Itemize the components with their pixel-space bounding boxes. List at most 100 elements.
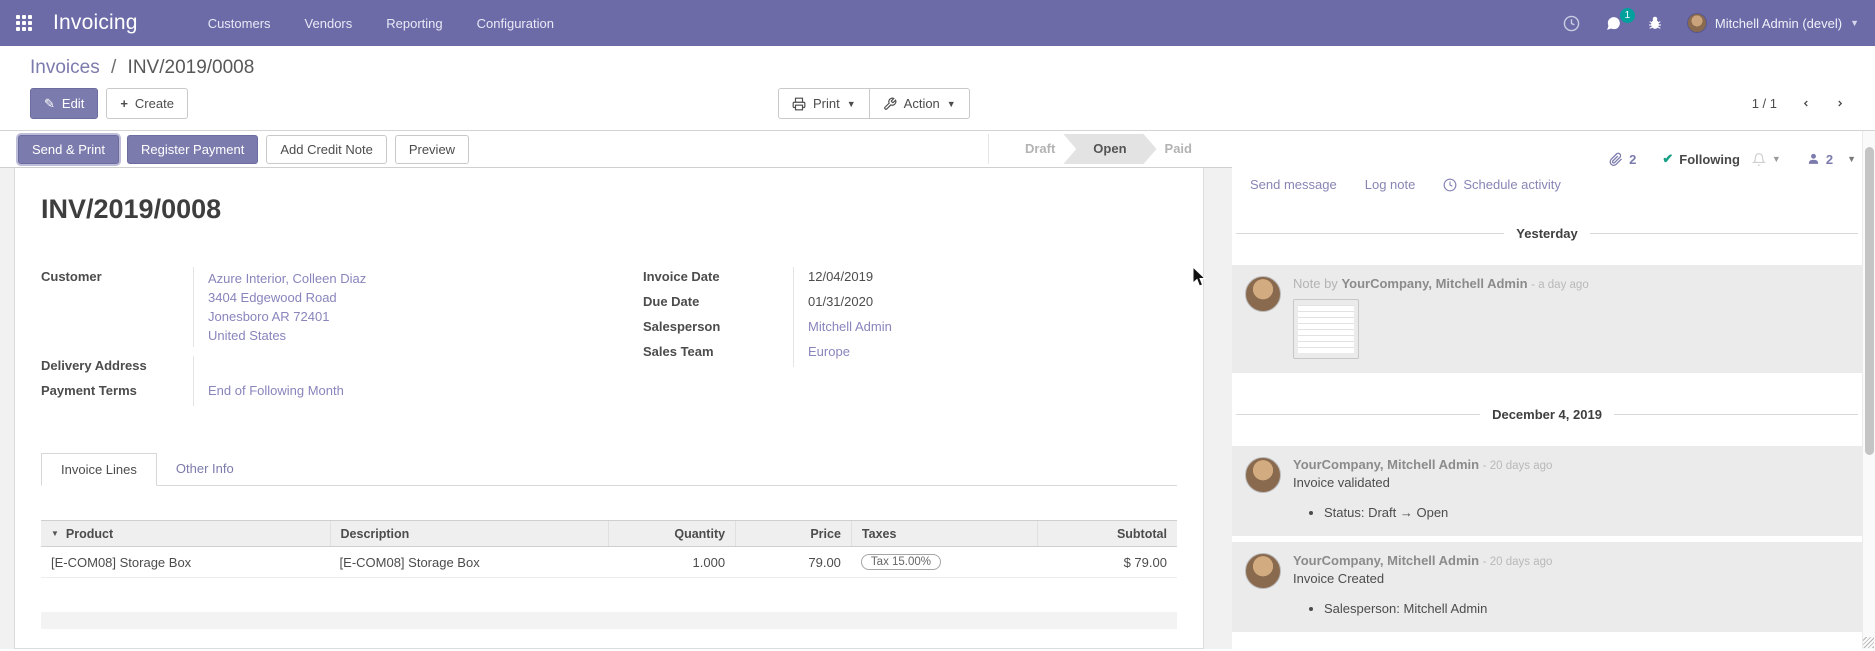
- sales-team-value[interactable]: Europe: [793, 342, 1143, 367]
- attachment-thumbnail[interactable]: [1293, 299, 1359, 359]
- payment-terms-value[interactable]: End of Following Month: [193, 381, 609, 406]
- cell-subtotal[interactable]: $ 79.00: [1037, 547, 1177, 577]
- chatter-note: Note by YourCompany, Mitchell Admin - a …: [1232, 265, 1862, 373]
- messages-bubble-icon[interactable]: 1: [1604, 15, 1623, 32]
- tracking-change: Status: Draft → Open: [1324, 505, 1849, 520]
- check-icon: ✔: [1662, 151, 1673, 167]
- cell-quantity[interactable]: 1.000: [608, 547, 735, 577]
- tab-invoice-lines[interactable]: Invoice Lines: [41, 453, 157, 486]
- message-time: - a day ago: [1531, 279, 1589, 291]
- status-step-draft[interactable]: Draft: [1003, 134, 1077, 164]
- form-background: INV/2019/0008 Customer Azure Interior, C…: [0, 168, 1232, 649]
- avatar[interactable]: [1245, 457, 1281, 493]
- register-payment-button[interactable]: Register Payment: [127, 135, 258, 164]
- paperclip-icon: [1609, 152, 1623, 167]
- create-button[interactable]: + Create: [106, 88, 188, 119]
- chatter-message: YourCompany, Mitchell Admin - 20 days ag…: [1232, 542, 1862, 632]
- app-brand[interactable]: Invoicing: [53, 11, 138, 35]
- following-label: Following: [1679, 152, 1740, 167]
- due-date-label: Due Date: [643, 292, 793, 317]
- chevron-down-icon[interactable]: ▼: [1847, 154, 1856, 164]
- tab-other-info[interactable]: Other Info: [157, 453, 253, 486]
- send-print-button[interactable]: Send & Print: [18, 135, 119, 164]
- wrench-icon: [883, 97, 897, 111]
- sort-caret-icon[interactable]: ▼: [51, 529, 59, 538]
- customer-name-link[interactable]: Azure Interior, Colleen Diaz: [208, 269, 609, 288]
- chevron-down-icon: ▼: [847, 99, 856, 109]
- cell-product[interactable]: [E-COM08] Storage Box: [41, 547, 330, 577]
- pager-counter: 1 / 1: [1752, 96, 1777, 111]
- delivery-address-label: Delivery Address: [41, 356, 193, 381]
- pager-next-icon[interactable]: [1835, 96, 1845, 111]
- chatter-message: YourCompany, Mitchell Admin - 20 days ag…: [1232, 446, 1862, 536]
- column-subtotal[interactable]: Subtotal: [1037, 521, 1177, 546]
- status-step-open[interactable]: Open: [1063, 134, 1156, 164]
- nav-item-vendors[interactable]: Vendors: [303, 10, 355, 37]
- cell-description[interactable]: [E-COM08] Storage Box: [330, 547, 608, 577]
- tax-badge[interactable]: Tax 15.00%: [861, 554, 941, 570]
- clock-icon: [1443, 178, 1457, 192]
- add-credit-note-button[interactable]: Add Credit Note: [266, 135, 387, 164]
- column-price[interactable]: Price: [735, 521, 851, 546]
- attachment-count: 2: [1629, 152, 1636, 167]
- attachments-button[interactable]: 2: [1609, 152, 1636, 167]
- cell-price[interactable]: 79.00: [735, 547, 851, 577]
- divider-label: December 4, 2019: [1492, 407, 1602, 422]
- avatar[interactable]: [1245, 276, 1281, 312]
- column-product[interactable]: Product: [66, 527, 113, 541]
- breadcrumb-separator: /: [111, 57, 116, 78]
- top-navbar: Invoicing Customers Vendors Reporting Co…: [0, 0, 1875, 46]
- nav-item-customers[interactable]: Customers: [206, 10, 273, 37]
- scrollbar-thumb[interactable]: [1865, 147, 1874, 455]
- activities-clock-icon[interactable]: [1563, 15, 1580, 32]
- date-divider: Yesterday: [1236, 226, 1858, 241]
- nav-item-configuration[interactable]: Configuration: [475, 10, 556, 37]
- avatar[interactable]: [1245, 553, 1281, 589]
- message-author[interactable]: YourCompany, Mitchell Admin: [1341, 276, 1527, 291]
- following-button[interactable]: ✔ Following ▼: [1662, 151, 1780, 167]
- bell-icon[interactable]: [1752, 152, 1766, 167]
- invoice-date-value: 12/04/2019: [793, 267, 1143, 292]
- column-description[interactable]: Description: [330, 521, 608, 546]
- table-row[interactable]: [E-COM08] Storage Box [E-COM08] Storage …: [41, 547, 1177, 578]
- nav-item-reporting[interactable]: Reporting: [384, 10, 444, 37]
- invoice-sheet: INV/2019/0008 Customer Azure Interior, C…: [14, 168, 1204, 649]
- breadcrumb-current: INV/2019/0008: [128, 57, 255, 78]
- salesperson-value[interactable]: Mitchell Admin: [793, 317, 1143, 342]
- user-menu[interactable]: Mitchell Admin (devel) ▼: [1687, 13, 1859, 33]
- chatter-panel: 2 ✔ Following ▼ 2 ▼ Send message Log not…: [1232, 131, 1875, 649]
- chevron-down-icon[interactable]: ▼: [1772, 154, 1781, 164]
- log-note-link[interactable]: Log note: [1365, 177, 1416, 192]
- print-button[interactable]: Print ▼: [778, 88, 870, 119]
- message-author[interactable]: YourCompany, Mitchell Admin: [1293, 553, 1479, 568]
- due-date-value: 01/31/2020: [793, 292, 1143, 317]
- send-message-link[interactable]: Send message: [1250, 177, 1337, 192]
- message-count-badge: 1: [1620, 8, 1635, 23]
- message-author[interactable]: YourCompany, Mitchell Admin: [1293, 457, 1479, 472]
- notebook-tabs: Invoice Lines Other Info: [41, 452, 1177, 486]
- user-avatar: [1687, 13, 1707, 33]
- preview-button[interactable]: Preview: [395, 135, 469, 164]
- vertical-scrollbar[interactable]: [1862, 131, 1875, 649]
- action-button[interactable]: Action ▼: [869, 88, 970, 119]
- edit-button[interactable]: ✎ Edit: [30, 88, 98, 119]
- customer-street: 3404 Edgewood Road: [208, 288, 609, 307]
- resize-corner[interactable]: [1863, 637, 1874, 648]
- customer-country: United States: [208, 326, 609, 345]
- column-quantity[interactable]: Quantity: [608, 521, 735, 546]
- apps-menu-icon[interactable]: [16, 15, 33, 32]
- invoice-lines-table: ▼ Product Description Quantity Price Tax…: [41, 520, 1177, 649]
- column-taxes[interactable]: Taxes: [851, 521, 1037, 546]
- schedule-activity-link[interactable]: Schedule activity: [1443, 177, 1561, 192]
- plus-icon: +: [120, 96, 128, 111]
- message-time: - 20 days ago: [1483, 556, 1553, 568]
- bug-icon[interactable]: [1647, 15, 1663, 31]
- chevron-down-icon: ▼: [947, 99, 956, 109]
- nav-menus: Customers Vendors Reporting Configuratio…: [206, 10, 556, 37]
- pager-previous-icon[interactable]: [1801, 96, 1811, 111]
- delivery-address-value[interactable]: [193, 356, 609, 381]
- invoice-title: INV/2019/0008: [41, 194, 1177, 225]
- followers-button[interactable]: 2 ▼: [1807, 152, 1856, 167]
- tracking-change: Salesperson: Mitchell Admin: [1324, 601, 1849, 616]
- breadcrumb-invoices-link[interactable]: Invoices: [30, 57, 100, 78]
